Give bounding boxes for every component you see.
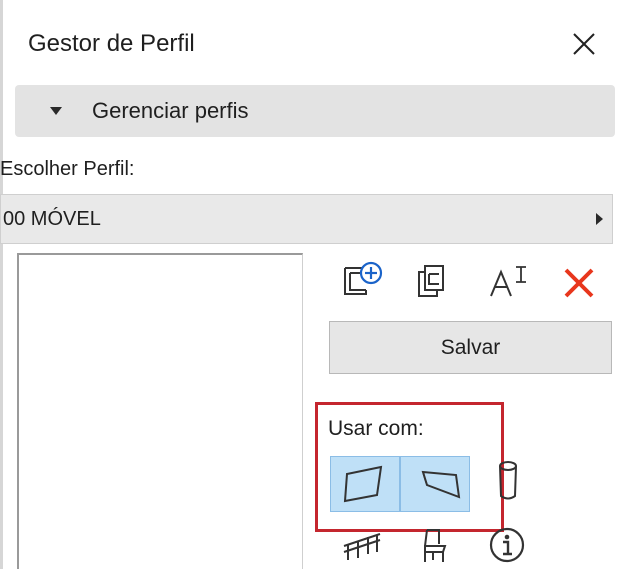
info-icon[interactable] [488,526,526,564]
manage-profiles-label: Gerenciar perfis [92,98,249,123]
profile-select-value: 00 MÓVEL [3,208,101,230]
panel-title: Gestor de Perfil [28,30,195,57]
duplicate-profile-icon[interactable] [413,262,453,302]
profile-preview-list[interactable] [17,253,303,569]
use-with-beam-toggle[interactable] [400,456,470,512]
use-with-wall-toggle[interactable] [330,456,400,512]
beam-tool-icon [421,470,461,499]
triangle-down-icon [50,107,62,115]
triangle-right-icon [596,213,603,225]
rename-button[interactable] [488,264,532,300]
close-button[interactable] [568,28,600,60]
manage-profiles-section[interactable]: Gerenciar perfis [15,85,615,137]
rename-icon [490,266,526,297]
new-profile-icon[interactable] [340,260,386,300]
wall-tool-icon [343,465,383,503]
delete-icon[interactable] [561,266,597,300]
profile-select[interactable]: 00 MÓVEL [0,194,613,244]
choose-profile-label: Escolher Perfil: [0,158,135,180]
use-with-label: Usar com: [328,417,424,440]
railing-tool-icon[interactable] [340,528,384,562]
save-button-label: Salvar [440,336,501,359]
save-button[interactable]: Salvar [329,321,612,374]
close-icon [573,33,595,55]
column-tool-icon[interactable] [495,458,521,504]
panel-left-border [0,0,3,569]
object-tool-icon[interactable] [417,526,453,564]
